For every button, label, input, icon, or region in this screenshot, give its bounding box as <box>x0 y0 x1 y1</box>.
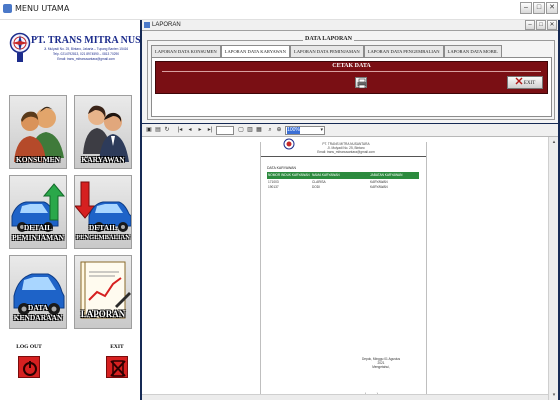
cell-jabatan: KARYAWAN <box>370 185 388 189</box>
close-button[interactable]: ✕ <box>546 2 558 14</box>
group-tree-icon[interactable]: ▦ <box>255 126 263 135</box>
exit-door-icon <box>110 360 126 377</box>
cetak-data-title: CETAK DATA <box>332 63 371 69</box>
maximize-button[interactable]: □ <box>533 2 545 14</box>
menu-tile-kendaraan-label-line1: DATA <box>27 303 49 312</box>
data-laporan-legend: DATA LAPORAN <box>303 36 354 42</box>
menu-tile-pengembalian-label-line1: DETAIL <box>88 223 118 232</box>
logout-group: LOG OUT <box>9 344 49 378</box>
scroll-down-icon[interactable]: ▾ <box>549 390 559 400</box>
data-laporan-groupbox: DATA LAPORAN LAPORAN DATA KONSUMEN LAPOR… <box>147 36 555 120</box>
refresh-icon[interactable]: ↻ <box>163 126 171 135</box>
company-email-line: Email: trans_mitranusantara@gmail.com <box>57 57 115 62</box>
tab-content: CETAK DATA EXIT <box>151 57 552 117</box>
goto-page-icon[interactable]: ▢ <box>237 126 245 135</box>
horizontal-scrollbar[interactable] <box>142 394 548 400</box>
menu-tile-karyawan-label: KARYAWAN <box>81 155 125 164</box>
next-page-icon[interactable]: ▸ <box>196 126 204 135</box>
minimize-button[interactable]: – <box>520 2 532 14</box>
report-viewer: ▣ ▤ ↻ |◂ ◂ ▸ ▸| ▢ ▥ ▦ ⌕ ⊕ 100% ▾ PT. TRA… <box>142 124 558 400</box>
laporan-window-controls: – □ ✕ <box>525 20 557 30</box>
chevron-down-icon: ▾ <box>320 127 323 133</box>
exit-label: EXIT <box>110 344 124 350</box>
company-address: Jl. Mulyadi No. 25, Bintaro, Jakarta – T… <box>40 47 132 63</box>
menu-tile-peminjaman-label-line2: PEMINJAMAN <box>11 233 65 242</box>
print-button[interactable] <box>355 77 367 89</box>
main-window-title: MENU UTAMA <box>15 4 70 13</box>
laporan-exit-button[interactable]: EXIT <box>507 76 543 89</box>
column-header-nama: NAMA KARYAWAN <box>312 173 340 177</box>
laporan-window: LAPORAN – □ ✕ DATA LAPORAN LAPORAN DATA … <box>140 20 560 400</box>
column-header-jabatan: JABATAN KARYAWAN <box>370 173 403 177</box>
first-page-icon[interactable]: |◂ <box>176 126 184 135</box>
column-header-nik: NOMOR INDUK KARYAWAN <box>268 173 310 177</box>
laporan-minimize-button[interactable]: – <box>525 20 535 30</box>
report-tabs: LAPORAN DATA KONSUMEN LAPORAN DATA KARYA… <box>151 45 502 58</box>
app-icon <box>3 4 12 13</box>
laporan-exit-label: EXIT <box>523 81 536 86</box>
zoom-icon[interactable]: ⊕ <box>275 126 283 135</box>
main-window-controls: – □ ✕ <box>520 2 558 14</box>
menu-tile-konsumen-label: KONSUMEN <box>15 155 61 164</box>
zoom-value: 100% <box>287 127 300 134</box>
exit-app-button[interactable] <box>106 356 128 378</box>
cetak-divider <box>162 71 541 72</box>
report-title: DATA KARYAWAN <box>267 166 297 170</box>
menu-tile-data-kendaraan[interactable]: DATA KENDARAAN <box>9 255 67 329</box>
menu-tile-karyawan[interactable]: KARYAWAN <box>74 95 132 169</box>
menu-tile-kendaraan-label-line2: KENDARAAN <box>13 313 63 322</box>
scroll-up-icon[interactable]: ▴ <box>549 137 559 147</box>
tree-toggle-icon[interactable]: ▥ <box>246 126 254 135</box>
menu-tile-pengembalian-label-line2: PENGEMBALIAN <box>76 234 130 241</box>
table-row: 190137 DODI KARYAWAN <box>267 185 419 190</box>
exit-x-icon <box>515 77 523 85</box>
prev-page-icon[interactable]: ◂ <box>186 126 194 135</box>
menu-tile-detail-pengembalian[interactable]: DETAIL PENGEMBALIAN <box>74 175 132 249</box>
menu-tile-peminjaman-label-line1: DETAIL <box>23 223 53 232</box>
logout-label: LOG OUT <box>16 344 42 350</box>
print-icon[interactable]: ▤ <box>154 126 162 135</box>
main-titlebar: MENU UTAMA – □ ✕ <box>0 0 560 20</box>
menu-tile-laporan-label: LAPORAN <box>80 309 126 319</box>
laporan-maximize-button[interactable]: □ <box>536 20 546 30</box>
cell-nik: 190137 <box>268 185 279 189</box>
cetak-data-panel: CETAK DATA EXIT <box>155 61 548 94</box>
report-canvas: PT. TRANS MITRA NUSANTARA Jl. Mulyadi No… <box>142 137 548 400</box>
menu-tile-detail-peminjaman[interactable]: DETAIL PEMINJAMAN <box>9 175 67 249</box>
report-signature-date: Depok, Minggu 01 Agustus 2021 <box>361 357 401 365</box>
tab-laporan-peminjaman[interactable]: LAPORAN DATA PEMINJAMAN <box>289 45 364 57</box>
laporan-close-button[interactable]: ✕ <box>547 20 557 30</box>
report-logo-icon <box>283 138 295 150</box>
company-logo-icon <box>9 32 31 62</box>
menu-tile-laporan[interactable]: LAPORAN <box>74 255 132 329</box>
laporan-window-title: LAPORAN <box>152 22 181 28</box>
search-icon[interactable]: ⌕ <box>266 126 274 135</box>
exit-group: EXIT <box>97 344 137 378</box>
report-signature-note: Mengetahui, <box>372 365 390 369</box>
tab-laporan-konsumen[interactable]: LAPORAN DATA KONSUMEN <box>151 45 221 57</box>
last-page-icon[interactable]: ▸| <box>206 126 214 135</box>
report-header-rule <box>261 156 426 157</box>
export-icon[interactable]: ▣ <box>145 126 153 135</box>
printer-icon <box>357 78 367 89</box>
page-number-input[interactable] <box>216 126 234 135</box>
tab-laporan-mobil[interactable]: LAPORAN DATA MOBIL <box>443 45 502 57</box>
laporan-titlebar: LAPORAN – □ ✕ <box>142 20 558 31</box>
tab-laporan-pengembalian[interactable]: LAPORAN DATA PENGEMBALIAN <box>363 45 444 57</box>
report-page: PT. TRANS MITRA NUSANTARA Jl. Mulyadi No… <box>260 138 427 398</box>
menu-tile-konsumen[interactable]: KONSUMEN <box>9 95 67 169</box>
power-icon <box>23 361 37 376</box>
logout-button[interactable] <box>18 356 40 378</box>
report-table-header: NOMOR INDUK KARYAWAN NAMA KARYAWAN JABAT… <box>267 172 419 179</box>
report-header-email: Email: trans_mitranusantara@gmail.com <box>317 150 375 154</box>
data-laporan-panel: DATA LAPORAN LAPORAN DATA KONSUMEN LAPOR… <box>142 31 558 123</box>
vertical-scrollbar[interactable]: ▴ ▾ <box>548 137 558 400</box>
viewer-toolbar: ▣ ▤ ↻ |◂ ◂ ▸ ▸| ▢ ▥ ▦ ⌕ ⊕ 100% ▾ <box>142 124 558 137</box>
report-signature-block: Depok, Minggu 01 Agustus 2021 Mengetahui… <box>361 357 401 369</box>
cell-nama: DODI <box>312 185 320 189</box>
zoom-select[interactable]: 100% ▾ <box>285 126 325 135</box>
laporan-window-icon <box>144 22 150 28</box>
